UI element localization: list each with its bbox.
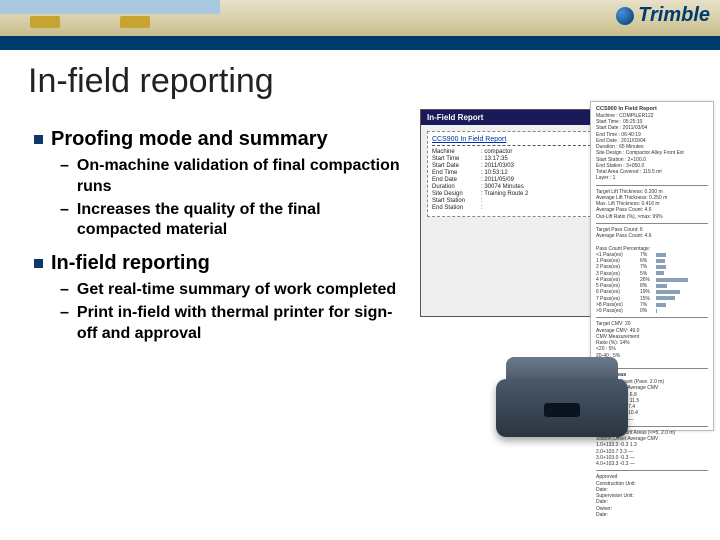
bulldozer-icon: [120, 16, 150, 28]
report-row: Start Time: 13:17:35: [432, 156, 596, 162]
slide-header: Trimble: [0, 0, 720, 36]
bullet-text: On-machine validation of final compactio…: [77, 156, 408, 198]
dash-icon: –: [60, 280, 69, 301]
dash-icon: –: [60, 156, 69, 198]
report-row: Machine: compactor: [432, 149, 596, 155]
report-row: Duration: 30074 Minutes: [432, 184, 596, 190]
slide-title: In-field reporting: [0, 50, 720, 105]
printout-header: CCS900 In Field Report: [596, 106, 657, 112]
bullet-icon: [34, 135, 43, 144]
section-heading: Proofing mode and summary: [51, 127, 328, 152]
report-row: End Station:: [432, 205, 596, 211]
bullet-text: Print in-field with thermal printer for …: [77, 303, 408, 345]
bullet-text: Get real-time summary of work completed: [77, 280, 396, 301]
printout-line: Average Pass Count: 4.6: [596, 233, 708, 239]
report-row: Start Station:: [432, 198, 596, 204]
report-row: Site Design: Training Route 2: [432, 191, 596, 197]
report-row: Start Date: 2011/03/03: [432, 163, 596, 169]
illustration-column: In-Field Report CCS900 In Field Report M…: [414, 113, 712, 355]
printout-line: Layer : 1: [596, 175, 708, 181]
thermal-printer-image: [482, 343, 642, 453]
bullet-text: Increases the quality of the final compa…: [77, 200, 408, 242]
bullet-list: Proofing mode and summary –On-machine va…: [34, 127, 408, 345]
bullet-icon: [34, 259, 43, 268]
report-row: End Time: 10:53:12: [432, 170, 596, 176]
printout-line: Out-Lift Ratio (%), >max: 99%: [596, 214, 708, 220]
printout-line: 4.0+103.3 -0.3 —: [596, 461, 708, 467]
header-sky: [0, 0, 220, 14]
printer-button: [544, 403, 580, 417]
bulldozer-icon: [30, 16, 60, 28]
printout-bar-row: >9 Pass(es)0%: [596, 308, 708, 314]
report-titlebar: In-Field Report: [421, 110, 607, 125]
globe-icon: [616, 7, 634, 25]
header-divider: [0, 36, 720, 50]
report-window: In-Field Report CCS900 In Field Report M…: [420, 109, 608, 317]
brand-logo: Trimble: [616, 4, 710, 27]
printout-line: Date:: [596, 512, 708, 518]
section-heading: In-field reporting: [51, 251, 210, 276]
brand-text: Trimble: [638, 4, 710, 27]
slide: Trimble In-field reporting Proofing mode…: [0, 0, 720, 540]
dash-icon: –: [60, 200, 69, 242]
dash-icon: –: [60, 303, 69, 345]
report-row: End Date: 2011/05/09: [432, 177, 596, 183]
content-column: Proofing mode and summary –On-machine va…: [34, 113, 408, 355]
report-subtitle: CCS900 In Field Report: [432, 136, 596, 143]
slide-body: Proofing mode and summary –On-machine va…: [0, 105, 720, 355]
